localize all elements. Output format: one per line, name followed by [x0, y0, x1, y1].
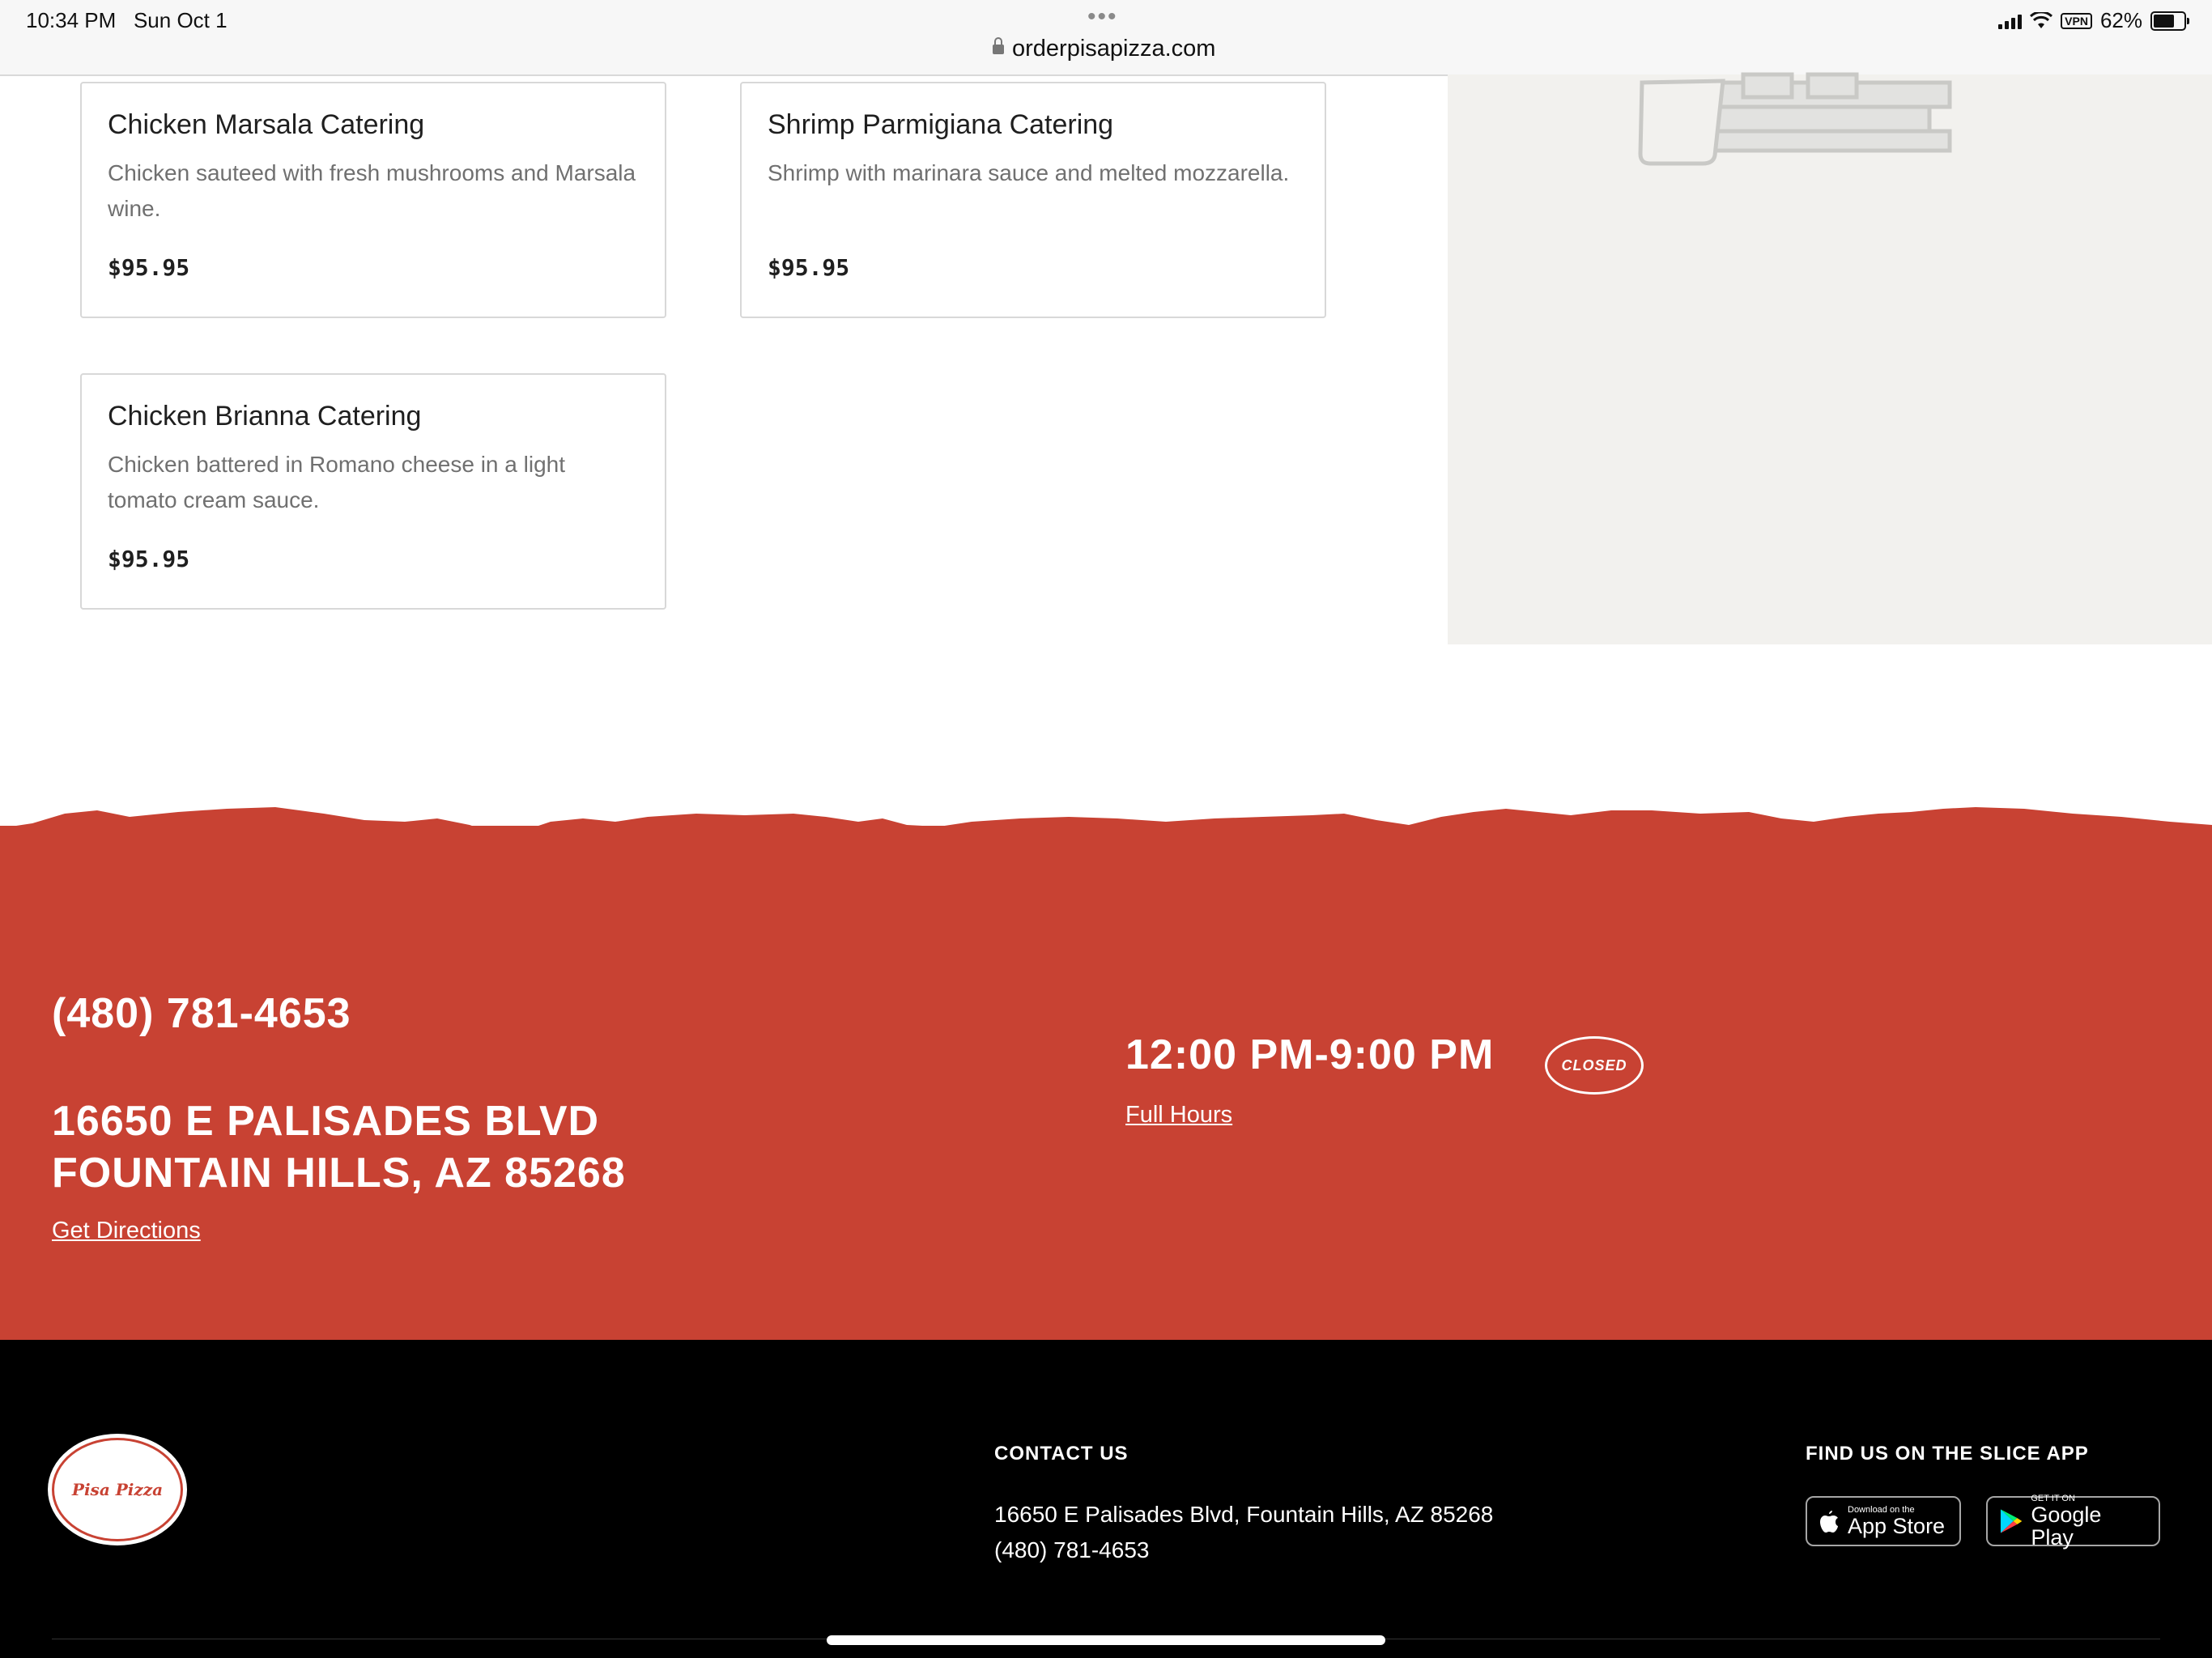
apple-icon [1820, 1511, 1838, 1533]
pizza-box-illustration [1638, 72, 1952, 166]
home-indicator[interactable] [827, 1635, 1385, 1645]
today-hours: 12:00 PM-9:00 PM [1125, 1031, 1495, 1078]
get-directions-link[interactable]: Get Directions [52, 1218, 201, 1244]
menu-item-description: Shrimp with marinara sauce and melted mo… [768, 160, 1290, 185]
menu-item-description: Chicken battered in Romano cheese in a l… [108, 452, 566, 512]
menu-item-card[interactable]: Chicken Brianna Catering Chicken battere… [80, 373, 666, 610]
status-clock: 10:34 PM [26, 8, 117, 32]
pisa-pizza-logo[interactable]: Pisa Pizza [52, 1438, 183, 1541]
phone-number[interactable]: (480) 781-4653 [52, 989, 351, 1038]
slice-app-heading: FIND US ON THE SLICE APP [1806, 1443, 2089, 1465]
google-play-big-text: Google Play [2031, 1503, 2102, 1550]
google-play-icon [2000, 1509, 2023, 1533]
vpn-badge: VPN [2061, 12, 2092, 29]
status-date: Sun Oct 1 [133, 8, 228, 32]
app-store-button[interactable]: Download on the App Store [1806, 1496, 1961, 1546]
menu-item-price: $95.95 [108, 546, 190, 572]
menu-item-card[interactable]: Chicken Marsala Catering Chicken sauteed… [80, 82, 666, 318]
menu-item-price: $95.95 [768, 254, 850, 281]
contact-us-heading: CONTACT US [994, 1443, 1129, 1465]
contact-phone[interactable]: (480) 781-4653 [994, 1537, 1149, 1563]
menu-item-price: $95.95 [108, 254, 190, 281]
logo-text: Pisa Pizza [71, 1480, 164, 1499]
battery-icon [2150, 11, 2189, 31]
google-play-button[interactable]: GET IT ON Google Play [1986, 1494, 2160, 1550]
app-store-big-text: App Store [1848, 1514, 1946, 1538]
browser-status-bar: 10:34 PM Sun Oct 1 ••• orderpisapizza.co… [0, 0, 2212, 76]
closed-status-badge: CLOSED [1545, 1036, 1644, 1095]
cellular-signal-icon [1998, 13, 2023, 29]
status-time: 10:34 PM Sun Oct 1 [26, 8, 228, 33]
map-panel [1448, 72, 2212, 644]
menu-item-card[interactable]: Shrimp Parmigiana Catering Shrimp with m… [740, 82, 1326, 318]
menu-item-title: Shrimp Parmigiana Catering [768, 109, 1114, 140]
more-dots-icon[interactable]: ••• [1087, 3, 1118, 31]
battery-percent: 62% [2099, 8, 2142, 32]
full-hours-link[interactable]: Full Hours [1125, 1102, 1232, 1129]
address-bar[interactable]: orderpisapizza.com [993, 36, 1215, 62]
address-line-1: 16650 E PALISADES BLVD [52, 1098, 600, 1145]
lock-icon [993, 37, 1004, 54]
menu-item-title: Chicken Marsala Catering [108, 109, 425, 140]
address-line-2: FOUNTAIN HILLS, AZ 85268 [52, 1150, 626, 1197]
status-indicators: VPN 62% [1998, 8, 2189, 33]
menu-item-title: Chicken Brianna Catering [108, 401, 422, 432]
contact-address: 16650 E Palisades Blvd, Fountain Hills, … [994, 1502, 1494, 1527]
menu-item-description: Chicken sauteed with fresh mushrooms and… [108, 160, 636, 221]
location-info-band [0, 826, 2212, 1340]
url-text: orderpisapizza.com [1012, 36, 1216, 62]
wifi-icon [2030, 11, 2053, 28]
